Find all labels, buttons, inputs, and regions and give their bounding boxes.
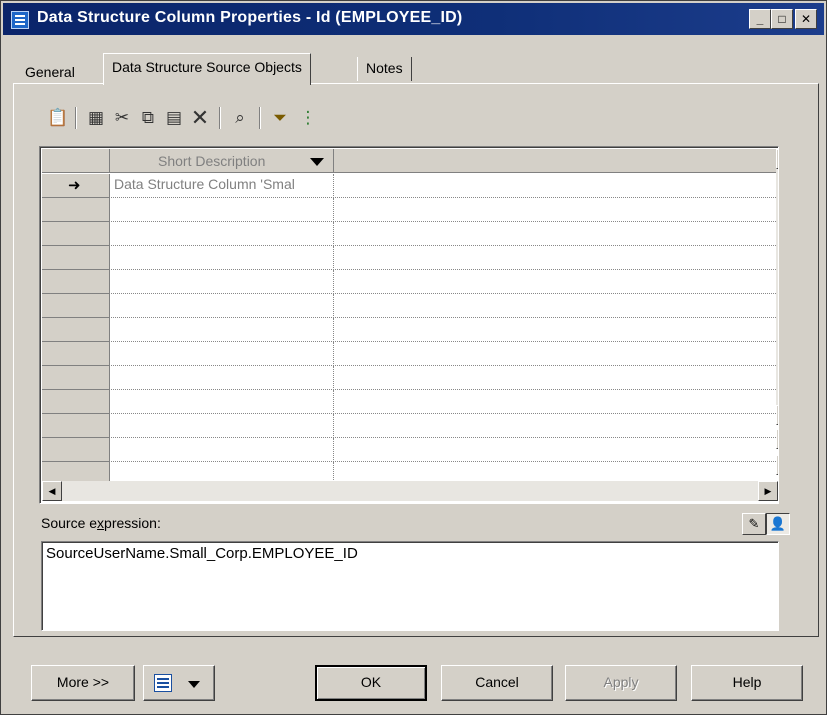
copy-icon[interactable]: ⧉ — [135, 105, 161, 131]
source-expression-label: Source expression: — [41, 515, 161, 531]
short-description-cell[interactable] — [110, 198, 334, 222]
table-row[interactable] — [42, 270, 778, 294]
scroll-up-button[interactable]: ▲ — [776, 149, 778, 169]
chevron-down-icon[interactable] — [310, 158, 324, 166]
table-row[interactable] — [42, 222, 778, 246]
current-row-arrow-icon: ➜ — [68, 177, 81, 194]
horizontal-scrollbar[interactable]: ◀ ▶ — [42, 481, 778, 501]
row-header[interactable] — [42, 414, 110, 438]
data-structure-icon — [11, 11, 29, 29]
table-row[interactable] — [42, 246, 778, 270]
toolbar-separator — [75, 107, 77, 129]
table-row[interactable] — [42, 438, 778, 462]
toolbar-separator — [219, 107, 221, 129]
row-header[interactable] — [42, 270, 110, 294]
source-objects-grid[interactable]: Short Description ➜ Data Structure Column… — [39, 146, 779, 504]
scroll-right-button[interactable]: ▶ — [758, 481, 778, 501]
row-header[interactable] — [42, 390, 110, 414]
short-description-cell[interactable] — [110, 294, 334, 318]
grid-header: Short Description — [42, 149, 778, 173]
apply-button[interactable]: Apply — [565, 665, 677, 701]
row-header[interactable] — [42, 198, 110, 222]
list-menu-icon — [154, 674, 172, 692]
add-objects-icon[interactable]: ▦ — [83, 105, 109, 131]
row-header[interactable] — [42, 342, 110, 366]
short-description-cell[interactable]: Data Structure Column 'Smal — [110, 174, 334, 198]
find-icon[interactable]: ⌕ — [227, 105, 253, 131]
ok-button[interactable]: OK — [315, 665, 427, 701]
row-header[interactable] — [42, 246, 110, 270]
scroll-page-up-button[interactable]: ⇞ — [776, 429, 778, 449]
scroll-left-button[interactable]: ◀ — [42, 481, 62, 501]
table-row[interactable] — [42, 390, 778, 414]
more-button[interactable]: More >> — [31, 665, 135, 701]
short-description-cell[interactable] — [110, 246, 334, 270]
cut-icon[interactable]: ✂ — [109, 105, 135, 131]
short-description-cell[interactable] — [110, 318, 334, 342]
edit-expression-icon[interactable]: ✎ — [742, 513, 766, 535]
short-description-cell[interactable] — [110, 390, 334, 414]
table-row[interactable]: ➜ Data Structure Column 'Smal — [42, 174, 778, 198]
short-description-cell[interactable] — [110, 270, 334, 294]
cancel-button[interactable]: Cancel — [441, 665, 553, 701]
menu-dropdown-button[interactable] — [143, 665, 215, 701]
scroll-track[interactable] — [776, 169, 778, 405]
row-header[interactable] — [42, 294, 110, 318]
chevron-down-icon — [188, 681, 200, 688]
row-header[interactable] — [42, 438, 110, 462]
filter-icon[interactable]: ⏷ — [267, 105, 293, 131]
window-title: Data Structure Column Properties - Id (E… — [37, 9, 463, 26]
row-header[interactable] — [42, 222, 110, 246]
column-header-short-description[interactable]: Short Description — [110, 149, 334, 173]
delete-icon[interactable]: ✕ — [187, 105, 213, 131]
tab-general[interactable]: General — [17, 61, 83, 85]
scroll-page-down-button[interactable]: ⇟ — [776, 455, 778, 475]
properties-dialog: Data Structure Column Properties - Id (E… — [0, 0, 827, 715]
table-row[interactable] — [42, 294, 778, 318]
properties-icon[interactable]: 📋 — [45, 105, 71, 131]
paste-icon[interactable]: ▤ — [161, 105, 187, 131]
tab-data-structure-source-objects[interactable]: Data Structure Source Objects — [103, 53, 311, 85]
short-description-cell[interactable] — [110, 222, 334, 246]
table-row[interactable] — [42, 366, 778, 390]
row-header[interactable] — [42, 366, 110, 390]
short-description-cell[interactable] — [110, 342, 334, 366]
user-defined-icon[interactable]: 👤 — [766, 513, 790, 535]
source-expression-input[interactable]: SourceUserName.Small_Corp.EMPLOYEE_ID — [41, 541, 779, 631]
maximize-button[interactable]: □ — [771, 9, 793, 29]
help-button[interactable]: Help — [691, 665, 803, 701]
scroll-down-button[interactable]: ▼ — [776, 405, 778, 425]
grid-corner — [42, 149, 110, 173]
row-header[interactable]: ➜ — [42, 174, 110, 198]
close-button[interactable]: ✕ — [795, 9, 817, 29]
short-description-cell[interactable] — [110, 414, 334, 438]
column-header-label: Short Description — [158, 153, 266, 169]
short-description-cell[interactable] — [110, 438, 334, 462]
tab-notes[interactable]: Notes — [357, 57, 412, 81]
table-row[interactable] — [42, 198, 778, 222]
customize-columns-icon[interactable]: ⋮ — [295, 105, 321, 131]
scroll-track-horizontal[interactable] — [62, 481, 758, 501]
minimize-button[interactable]: _ — [749, 9, 771, 29]
row-header[interactable] — [42, 318, 110, 342]
table-row[interactable] — [42, 414, 778, 438]
toolbar-separator — [259, 107, 261, 129]
table-row[interactable] — [42, 318, 778, 342]
title-bar[interactable]: Data Structure Column Properties - Id (E… — [3, 3, 824, 35]
table-row[interactable] — [42, 342, 778, 366]
list-toolbar: 📋 ▦ ✂ ⧉ ▤ ✕ ⌕ ⏷ ⋮ — [45, 105, 425, 135]
short-description-cell[interactable] — [110, 366, 334, 390]
